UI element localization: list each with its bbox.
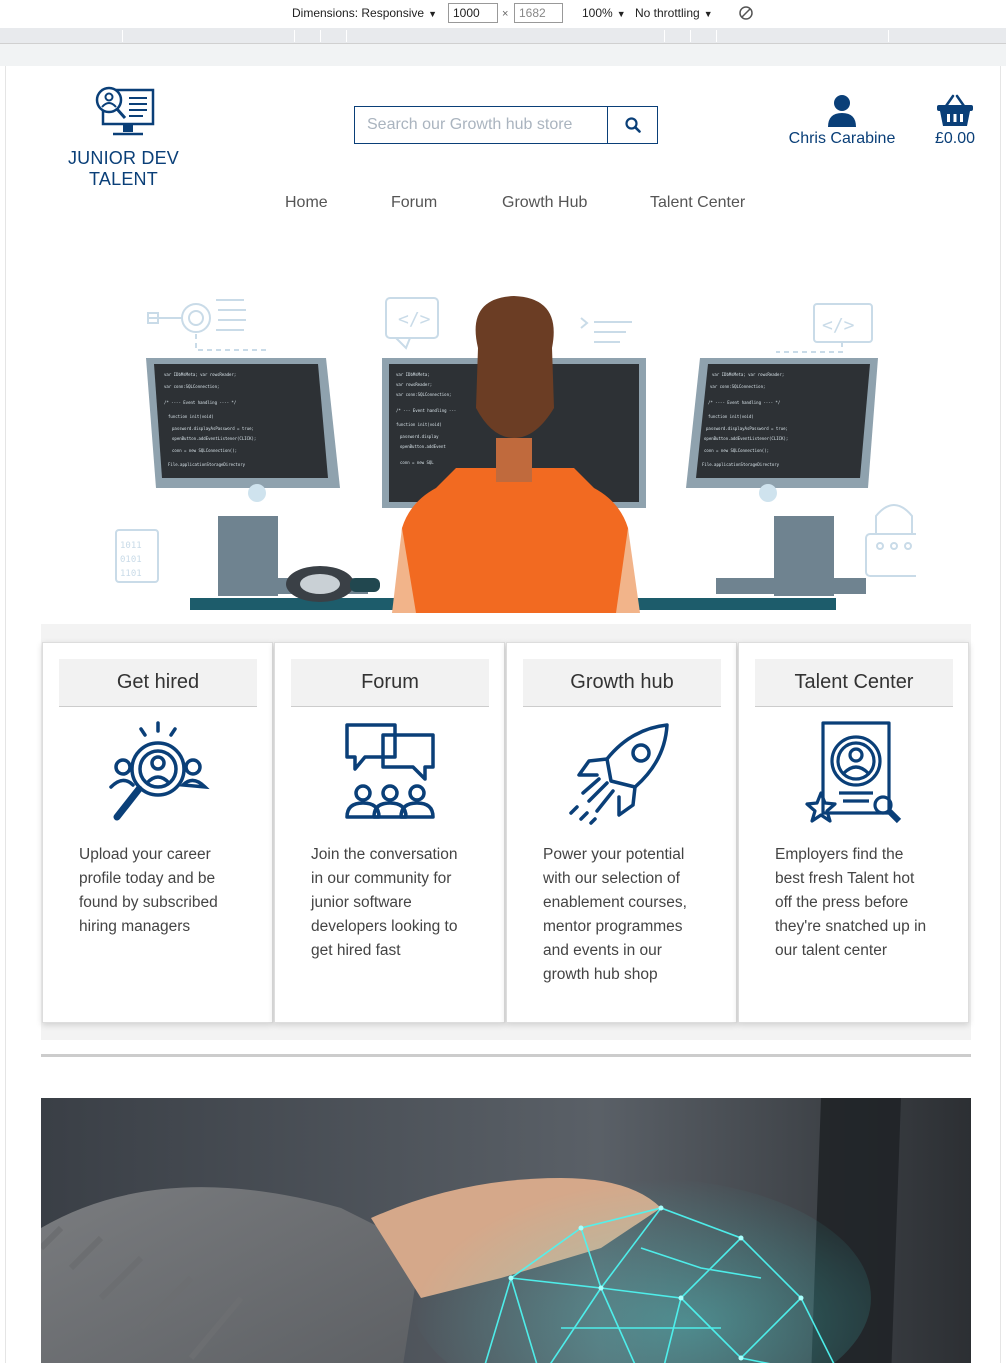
card-description: Power your potential with our selection … — [543, 846, 687, 983]
svg-text:var conn:SQLConnection;: var conn:SQLConnection; — [164, 384, 219, 389]
devtools-toolbar: Dimensions: Responsive ▼ 1000 × 1682 100%… — [0, 0, 1006, 28]
svg-text:openButton.addEventListener(CL: openButton.addEventListener(CLICK); — [704, 436, 788, 441]
nav-home[interactable]: Home — [285, 194, 328, 212]
card-forum[interactable]: Forum Join the conversation in our commu… — [274, 642, 505, 1023]
svg-text:0101: 0101 — [120, 555, 142, 565]
svg-text:File.applicationStorageDirecto: File.applicationStorageDirectory — [702, 462, 780, 467]
search-input[interactable] — [355, 107, 607, 143]
rocket-icon — [569, 723, 669, 825]
dimensions-dropdown[interactable]: Dimensions: Responsive ▼ — [292, 6, 437, 20]
community-chat-icon — [345, 723, 435, 819]
svg-text:</>: </> — [822, 315, 855, 336]
svg-text:var conn:SQLConnection;: var conn:SQLConnection; — [710, 384, 765, 389]
card-title: Talent Center — [755, 659, 953, 707]
svg-text:var conn:SQLConnection;: var conn:SQLConnection; — [396, 392, 451, 397]
card-talent-center[interactable]: Talent Center Employers find the best fr… — [738, 642, 969, 1023]
svg-text:1101: 1101 — [120, 569, 142, 579]
svg-text:function init(void): function init(void) — [708, 414, 754, 419]
throttling-label: No throttling — [635, 6, 700, 20]
dropdown-arrow-icon: ▼ — [428, 9, 437, 19]
svg-text:password.displayAsPassword = t: password.displayAsPassword = true; — [172, 426, 254, 431]
dimensions-label: Dimensions: Responsive — [292, 6, 425, 20]
account-name: Chris Carabine — [788, 130, 896, 147]
nav-talent-center[interactable]: Talent Center — [650, 194, 745, 212]
dropdown-arrow-icon: ▼ — [703, 9, 713, 19]
card-description: Employers find the best fresh Talent hot… — [775, 846, 927, 959]
card-description: Join the conversation in our community f… — [311, 846, 458, 959]
card-title: Growth hub — [523, 659, 721, 707]
rotate-icon[interactable] — [738, 5, 754, 24]
media-query-ruler[interactable] — [0, 28, 1006, 44]
zoom-dropdown[interactable]: 100% ▼ — [582, 6, 626, 20]
svg-text:password.display: password.display — [400, 434, 439, 439]
svg-text:var rowsReader;: var rowsReader; — [396, 382, 432, 387]
svg-text:openButton.addEventListener(CL: openButton.addEventListener(CLICK); — [172, 436, 256, 441]
job-search-icon — [109, 721, 210, 821]
section-divider — [41, 1054, 971, 1057]
times-sign: × — [502, 8, 509, 20]
dropdown-arrow-icon: ▼ — [616, 9, 626, 19]
account-link[interactable]: Chris Carabine — [784, 94, 900, 148]
svg-text:function init(void): function init(void) — [168, 414, 214, 419]
card-growth-hub[interactable]: Growth hub Power your potential with our… — [506, 642, 737, 1023]
main-nav: Home Forum Growth Hub Talent Center — [6, 194, 1000, 218]
nav-growth-hub[interactable]: Growth Hub — [502, 194, 587, 212]
hero-developer-illustration: </> </> 1011 0101 1101 var IDbMsMeta; va… — [115, 296, 916, 613]
card-get-hired[interactable]: Get hired Upload your career profile tod… — [42, 642, 273, 1023]
svg-text:/* ---- Event handling ---- */: /* ---- Event handling ---- */ — [708, 400, 781, 405]
svg-text:/* ---- Event handling ---- */: /* ---- Event handling ---- */ — [164, 400, 237, 405]
svg-text:File.applicationStorageDirecto: File.applicationStorageDirectory — [168, 462, 246, 467]
svg-text:conn = new SQLConnection();: conn = new SQLConnection(); — [704, 448, 769, 453]
throttling-dropdown[interactable]: No throttling ▼ — [635, 6, 713, 20]
web-page: JUNIOR DEV TALENT Chris Carabine £0.00 H… — [5, 66, 1001, 1363]
svg-text:</>: </> — [398, 309, 431, 330]
search-button[interactable] — [607, 107, 657, 143]
search-icon — [624, 117, 641, 133]
developer-monitor-logo-icon — [95, 86, 154, 136]
svg-text:var IDbMsMeta; var rowsReader;: var IDbMsMeta; var rowsReader; — [712, 372, 784, 377]
cart-total: £0.00 — [934, 130, 976, 147]
svg-text:function init(void): function init(void) — [396, 422, 442, 427]
talent-profile-icon — [805, 721, 902, 824]
width-input[interactable]: 1000 — [448, 3, 498, 23]
svg-text:1011: 1011 — [120, 541, 142, 551]
viewport-gutter — [0, 44, 1006, 66]
handshake-banner-image — [41, 1098, 971, 1363]
card-title: Get hired — [59, 659, 257, 707]
card-description: Upload your career profile today and be … — [79, 846, 218, 935]
svg-text:var IDbMsMeta; var rowsReader;: var IDbMsMeta; var rowsReader; — [164, 372, 236, 377]
logo-text: JUNIOR DEV TALENT — [67, 148, 179, 189]
height-input[interactable]: 1682 — [514, 3, 563, 23]
search-bar — [354, 106, 658, 144]
svg-text:/* --- Event handling ---: /* --- Event handling --- — [396, 408, 456, 413]
card-title: Forum — [291, 659, 489, 707]
shopping-basket-icon — [937, 94, 973, 126]
zoom-label: 100% — [582, 6, 613, 20]
user-icon — [828, 95, 856, 127]
site-logo[interactable]: JUNIOR DEV TALENT — [36, 84, 211, 190]
cart-link[interactable]: £0.00 — [926, 94, 984, 148]
svg-text:password.displayAsPassword = t: password.displayAsPassword = true; — [706, 426, 788, 431]
nav-forum[interactable]: Forum — [391, 194, 437, 212]
svg-text:conn = new SQL: conn = new SQL — [400, 460, 434, 465]
svg-text:openButton.addEvent: openButton.addEvent — [400, 444, 446, 449]
svg-text:var IDbMsMeta;: var IDbMsMeta; — [396, 372, 430, 377]
svg-text:conn = new SQLConnection();: conn = new SQLConnection(); — [172, 448, 237, 453]
